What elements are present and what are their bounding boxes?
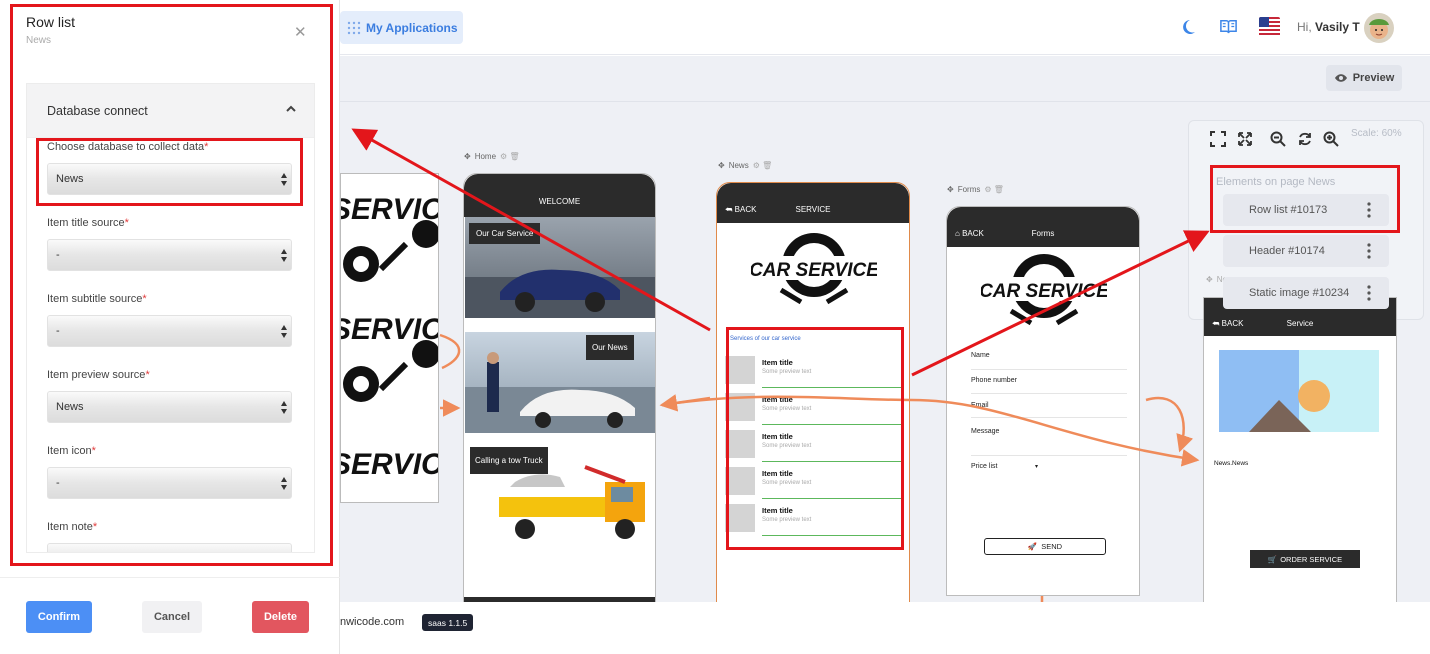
logo-text: CAR SERVICE xyxy=(751,260,877,281)
news-header: ⮪ BACK SERVICE xyxy=(717,183,909,223)
more-vertical-icon[interactable] xyxy=(1367,243,1371,259)
us-flag-icon[interactable] xyxy=(1259,17,1280,37)
phone-home[interactable]: WELCOME Our Car Service Our News Calling… xyxy=(463,173,656,603)
form-label-price-list: Price list xyxy=(971,463,998,470)
preview-button[interactable]: Preview xyxy=(1326,65,1402,91)
grid-dots-icon xyxy=(347,21,361,34)
moon-icon[interactable] xyxy=(1179,18,1197,36)
forms-header-title: Forms xyxy=(1031,229,1055,238)
zoom-scale-label: Scale: 60% xyxy=(1351,128,1402,139)
car-service-logo: CAR SERVICE xyxy=(981,254,1107,326)
phone-forms[interactable]: ⌂ BACK Forms CAR SERVICE Name Phone numb… xyxy=(946,206,1140,596)
tile-car-service[interactable]: Our Car Service xyxy=(465,217,655,318)
user-greeting[interactable]: Hi, Vasily T xyxy=(1297,20,1360,34)
highlight-row-list xyxy=(726,327,904,550)
confirm-button[interactable]: Confirm xyxy=(26,601,92,633)
service-logo-pattern: SERVICE SERVICE SERVICE xyxy=(341,193,439,481)
more-vertical-icon[interactable] xyxy=(1367,285,1371,301)
zoom-in-icon[interactable] xyxy=(1323,131,1339,147)
forms-header: ⌂ BACK Forms xyxy=(947,207,1139,247)
home-header-title: WELCOME xyxy=(538,197,581,206)
avatar[interactable] xyxy=(1364,13,1394,43)
footer xyxy=(340,602,1430,654)
news-header-title: SERVICE xyxy=(795,205,831,214)
phone-previous[interactable]: SERVICE SERVICE SERVICE xyxy=(340,173,439,503)
tile-label: Calling a tow Truck xyxy=(470,447,548,474)
bg-logo-text: SERVICE xyxy=(341,448,439,481)
tile-tow-truck[interactable]: Calling a tow Truck xyxy=(465,437,655,567)
user-name: Vasily T xyxy=(1315,20,1360,34)
fit-screen-icon[interactable] xyxy=(1210,131,1226,147)
highlight-element-item xyxy=(1210,165,1400,233)
logo-text: CAR SERVICE xyxy=(981,281,1107,302)
send-button[interactable]: 🚀 SEND xyxy=(984,538,1106,555)
element-item-static-image[interactable]: Static image #10234 xyxy=(1223,277,1389,309)
service-header-title: Service xyxy=(1286,319,1314,328)
home-page-label[interactable]: ✥ Home ⚙ 🗑 xyxy=(464,152,520,161)
tile-label: Our Car Service xyxy=(469,223,541,244)
form-label-email: Email xyxy=(971,402,989,409)
app-root: My Applications Hi, Vasily T Preview Sca… xyxy=(0,0,1430,654)
eye-icon xyxy=(1334,74,1347,82)
book-icon[interactable] xyxy=(1219,17,1238,36)
news-page-label[interactable]: ✥ News ⚙ 🗑 xyxy=(718,161,772,170)
form-label-message: Message xyxy=(971,428,1000,435)
zoom-out-icon[interactable] xyxy=(1270,131,1286,147)
service-caption: News.News xyxy=(1214,460,1249,467)
my-applications-button[interactable]: My Applications xyxy=(340,11,463,44)
tile-our-news[interactable]: Our News xyxy=(465,332,655,433)
phone-service[interactable]: ⮪ BACK Service News.News 🛒 ORDER SERVICE xyxy=(1203,297,1397,603)
highlight-database-select xyxy=(36,138,303,206)
rocket-icon: 🚀 xyxy=(1027,542,1038,551)
highlight-panel xyxy=(10,4,333,566)
reset-zoom-icon[interactable] xyxy=(1297,131,1313,147)
row-list-settings-panel: Row list News ✕ Database connect Choose … xyxy=(0,0,340,654)
form-label-name: Name xyxy=(971,352,990,359)
my-applications-label: My Applications xyxy=(366,20,458,35)
cart-icon: 🛒 xyxy=(1267,554,1278,564)
tile-label: Our News xyxy=(586,335,634,360)
cancel-button[interactable]: Cancel xyxy=(142,601,202,633)
form-label-phone: Phone number xyxy=(971,377,1017,384)
home-header: WELCOME xyxy=(464,174,655,217)
car-service-logo: CAR SERVICE xyxy=(751,233,877,305)
expand-icon[interactable] xyxy=(1237,131,1253,147)
delete-button[interactable]: Delete xyxy=(252,601,309,633)
order-service-button[interactable]: 🛒 ORDER SERVICE xyxy=(1250,550,1360,568)
chevron-down-icon[interactable]: ▾ xyxy=(1035,463,1038,470)
element-item-header[interactable]: Header #10174 xyxy=(1223,235,1389,267)
forms-page-label[interactable]: ✥ Forms ⚙ 🗑 xyxy=(947,185,1004,194)
footer-domain[interactable]: nwicode.com xyxy=(340,616,404,628)
version-badge: saas 1.1.5 xyxy=(422,614,474,631)
static-image-placeholder xyxy=(1219,350,1379,432)
